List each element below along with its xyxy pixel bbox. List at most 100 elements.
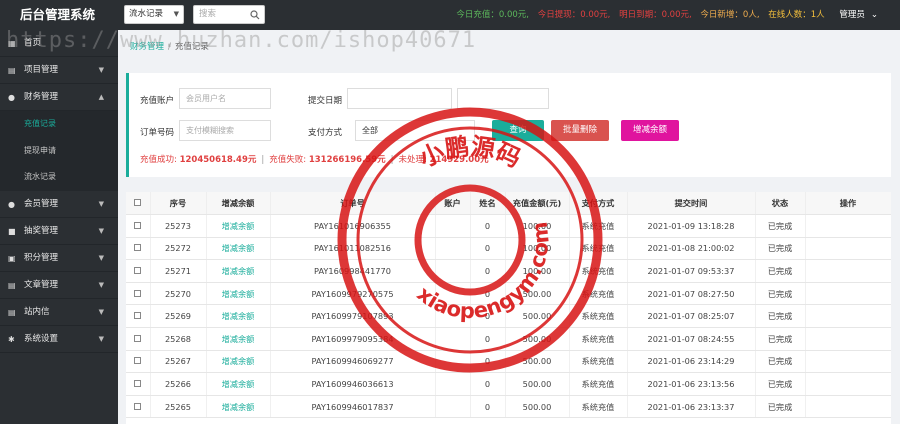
search-input[interactable]: 搜索 [193, 5, 265, 24]
order-placeholder: 支付模糊搜索 [186, 126, 234, 135]
row-pay-method: 系统充值 [569, 395, 628, 419]
row-amount: 500.00 [505, 282, 570, 306]
sidebar-sub-recharge[interactable]: 充值记录 [0, 111, 118, 138]
search-icon[interactable] [250, 10, 260, 20]
sidebar-sub-withdraw[interactable]: 提现申请 [0, 137, 118, 164]
checkbox-icon [134, 289, 142, 297]
table-row[interactable]: 25268 增减余额 PAY1609979095384 0 500.00 系统充值 2021… [126, 327, 891, 351]
row-id: 25270 [150, 282, 207, 306]
sidebar-item-home[interactable]: ▦ 首页 [0, 30, 118, 57]
row-checkbox[interactable] [126, 259, 151, 283]
list-icon: ▤ [8, 66, 16, 75]
sidebar-item-members[interactable]: ● 会员管理 ▼ [0, 191, 118, 218]
breadcrumb-parent[interactable]: 财务管理 [130, 42, 164, 52]
row-checkbox[interactable] [126, 327, 151, 351]
table-row[interactable]: 25269 增减余额 PAY1609979107893 0 500.00 系统充值 2021… [126, 304, 891, 329]
sidebar-item-points[interactable]: ▣ 积分管理 ▼ [0, 245, 118, 272]
sidebar-item-finance[interactable]: ● 财务管理 ▲ [0, 84, 118, 111]
row-submit-time: 2021-01-06 23:14:29 [627, 350, 756, 374]
row-checkbox[interactable] [126, 372, 151, 396]
table-row[interactable]: 25272 增减余额 PAY161011082516 0 100.00 系统充值 2021-… [126, 237, 891, 261]
sidebar-item-label: 文章管理 [24, 279, 59, 290]
sidebar-item-label: 站内信 [24, 306, 50, 317]
row-order-no: PAY1609946017837 [270, 395, 436, 419]
row-name: 0 [470, 214, 506, 238]
row-actions [805, 372, 891, 396]
row-adjust-link[interactable]: 增减余额 [206, 327, 271, 351]
date-start-input[interactable] [347, 88, 452, 109]
row-amount: 500.00 [505, 327, 570, 351]
row-account [435, 350, 471, 374]
gear-icon: ✱ [8, 334, 15, 344]
row-actions [805, 282, 891, 306]
row-adjust-link[interactable]: 增减余额 [206, 372, 271, 396]
row-name: 0 [470, 237, 506, 261]
row-checkbox[interactable] [126, 282, 151, 306]
row-order-no: PAY1609979270575 [270, 282, 436, 306]
table-row[interactable]: 25270 增减余额 PAY1609979270575 0 500.00 系统充值 2021… [126, 282, 891, 306]
row-checkbox[interactable] [126, 214, 151, 238]
sidebar-item-projects[interactable]: ▤ 项目管理 ▼ [0, 57, 118, 84]
select-all-checkbox[interactable] [126, 192, 151, 216]
row-id: 25273 [150, 214, 207, 238]
recharge-table: 序号 增减余额 订单号 账户 姓名 充值金额(元) 支付方式 提交时间 状态 操… [126, 192, 891, 424]
checkbox-icon [134, 334, 142, 342]
sidebar-item-messages[interactable]: ▤ 站内信 ▼ [0, 299, 118, 326]
row-actions [805, 395, 891, 419]
row-adjust-link[interactable]: 增减余额 [206, 282, 271, 306]
row-adjust-link[interactable]: 增减余额 [206, 237, 271, 261]
record-select[interactable]: 流水记录 ▼ [124, 5, 184, 24]
table-row[interactable]: 25267 增减余额 PAY1609946069277 0 500.00 系统充值 2021… [126, 350, 891, 374]
row-adjust-link[interactable]: 增减余额 [206, 395, 271, 419]
adjust-balance-button[interactable]: 增减余额 [621, 120, 679, 141]
table-row[interactable]: 25265 增减余额 PAY1609946017837 0 500.00 系统充值 2021… [126, 395, 891, 419]
table-row[interactable]: 25266 增减余额 PAY1609946036613 0 500.00 系统充值 2021… [126, 372, 891, 396]
filter-panel: 充值账户 会员用户名 提交日期 订单号码 支付模糊搜索 支付方式 全部 查询 批… [126, 73, 891, 177]
row-adjust-link[interactable]: 增减余额 [206, 304, 271, 329]
row-amount: 100.00 [505, 214, 570, 238]
checkbox-icon [134, 244, 142, 252]
header-stats: 今日充值：0.00元, 今日提现：0.00元, 明日到期：0.00元, 今日新增… [450, 0, 878, 30]
checkbox-icon [134, 357, 142, 365]
sidebar-sub-flow[interactable]: 流水记录 [0, 164, 118, 191]
account-input[interactable]: 会员用户名 [179, 88, 271, 109]
pay-select[interactable]: 全部 [355, 120, 475, 141]
sidebar-item-lottery[interactable]: ■ 抽奖管理 ▼ [0, 218, 118, 245]
top-bar: 后台管理系统 流水记录 ▼ 搜索 今日充值：0.00元, 今日提现：0.00元,… [0, 0, 900, 30]
row-account [435, 327, 471, 351]
batch-delete-button[interactable]: 批量删除 [551, 120, 609, 141]
chevron-down-icon: ▼ [98, 334, 104, 343]
row-name: 0 [470, 372, 506, 396]
order-label: 订单号码 [140, 128, 175, 138]
order-input[interactable]: 支付模糊搜索 [179, 120, 271, 141]
date-label: 提交日期 [308, 96, 343, 106]
col-header: 增减余额 [206, 192, 271, 216]
row-adjust-link[interactable]: 增减余额 [206, 350, 271, 374]
record-select-value: 流水记录 [129, 9, 164, 19]
chevron-down-icon: ⌄ [870, 10, 878, 20]
summary-pending-value: 214929.00元 [429, 155, 489, 165]
table-row[interactable]: 25273 增减余额 PAY161016906355 0 100.00 系统充值 2021-… [126, 214, 891, 238]
sidebar-item-label: 项目管理 [24, 65, 59, 75]
row-pay-method: 系统充值 [569, 237, 628, 261]
col-header: 操作 [805, 192, 891, 216]
checkbox-icon [134, 221, 142, 229]
search-button[interactable]: 查询 [492, 120, 544, 141]
row-adjust-link[interactable]: 增减余额 [206, 259, 271, 283]
row-pay-method: 系统充值 [569, 304, 628, 329]
sidebar-item-settings[interactable]: ✱ 系统设置 ▼ [0, 326, 118, 353]
table-row[interactable]: 25271 增减余额 PAY160998441770 0 100.00 系统充值 2021-… [126, 259, 891, 283]
chevron-down-icon: ▼ [98, 226, 104, 235]
row-checkbox[interactable] [126, 237, 151, 261]
date-end-input[interactable] [457, 88, 549, 109]
row-adjust-link[interactable]: 增减余额 [206, 214, 271, 238]
row-checkbox[interactable] [126, 304, 151, 329]
stat-today-withdraw: 今日提现：0.00元, [537, 10, 611, 20]
sidebar-item-articles[interactable]: ▤ 文章管理 ▼ [0, 272, 118, 299]
stat-today-new: 今日新增：0人, [700, 10, 760, 20]
admin-menu[interactable]: 管理员 ⌄ [833, 10, 878, 20]
row-checkbox[interactable] [126, 350, 151, 374]
gift-icon: ■ [8, 226, 16, 236]
row-submit-time: 2021-01-09 13:18:28 [627, 214, 756, 238]
row-checkbox[interactable] [126, 395, 151, 419]
